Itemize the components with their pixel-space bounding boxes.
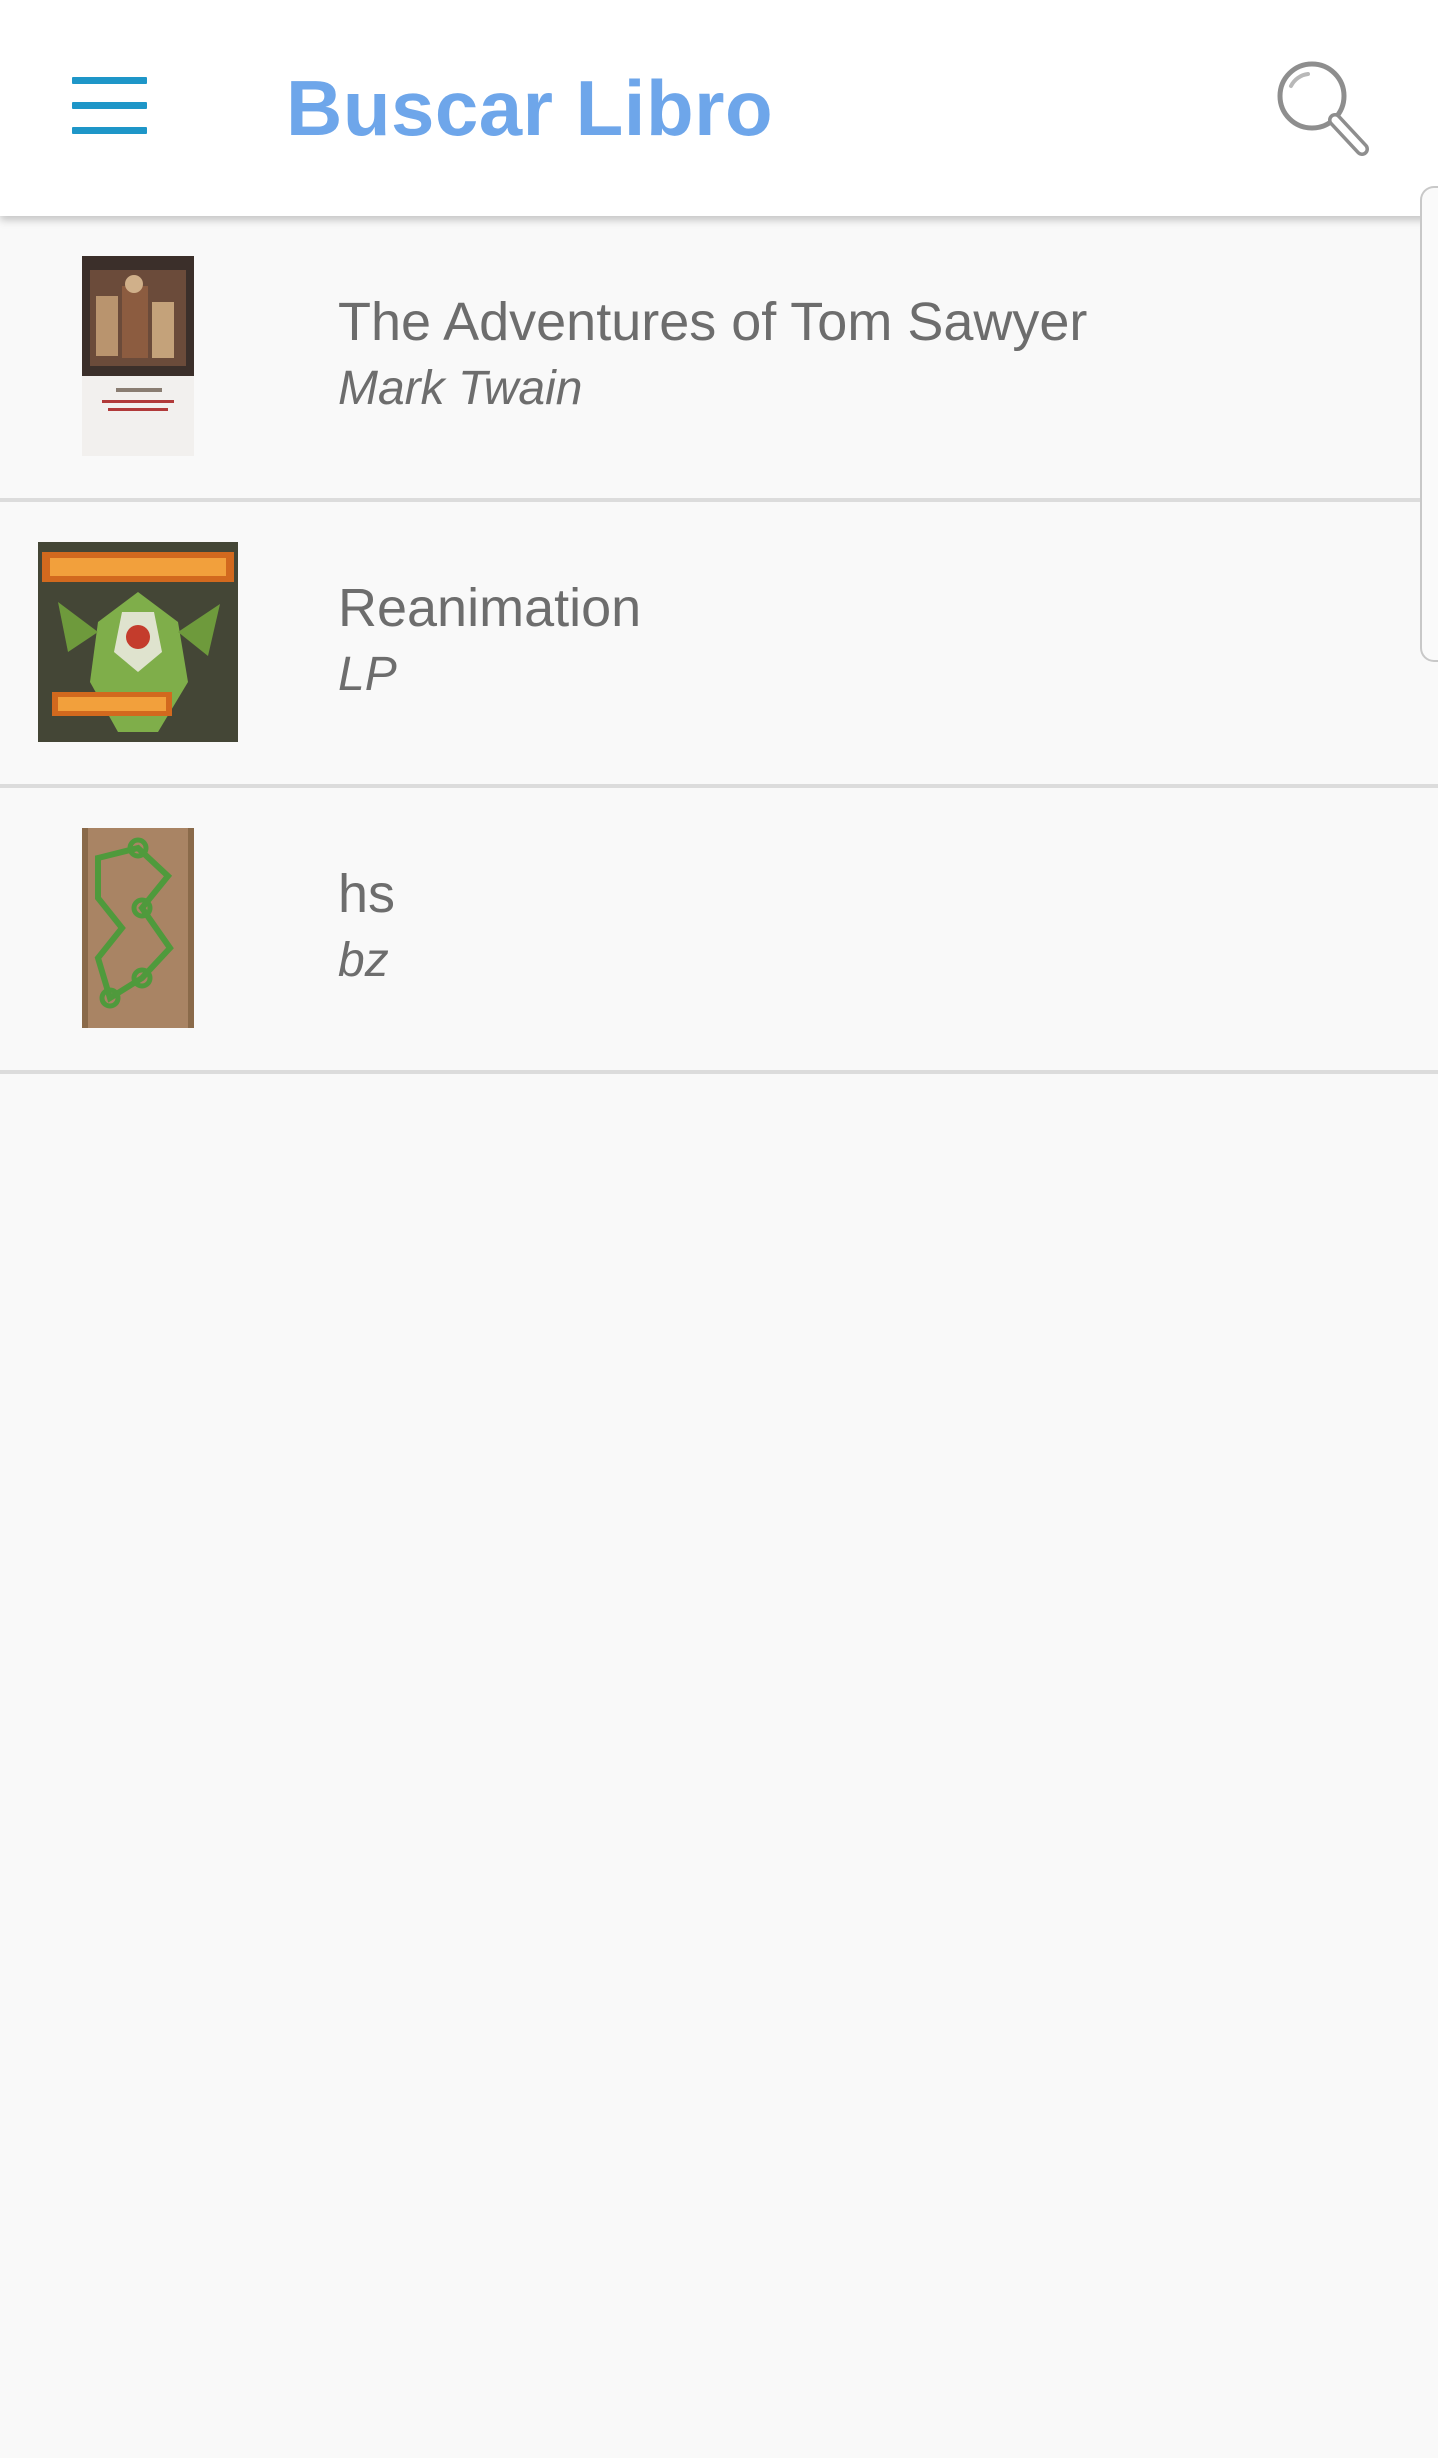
photo-cover-image <box>82 828 194 1028</box>
book-title: Reanimation <box>338 578 642 638</box>
book-cover-image <box>82 256 194 456</box>
book-author: Mark Twain <box>338 362 583 415</box>
book-author: bz <box>338 934 389 987</box>
app-bar: Buscar Libro <box>0 0 1438 216</box>
search-button[interactable] <box>1264 50 1384 170</box>
page-title: Buscar Libro <box>286 64 774 152</box>
book-title: hs <box>338 864 396 924</box>
menu-button[interactable] <box>52 60 168 156</box>
album-cover-image <box>38 542 238 742</box>
list-item[interactable]: Reanimation LP <box>0 502 1438 788</box>
scrollbar[interactable] <box>1420 186 1438 662</box>
book-title: The Adventures of Tom Sawyer <box>338 292 1088 352</box>
list-item[interactable]: hs bz <box>0 788 1438 1074</box>
search-icon <box>1277 61 1369 156</box>
book-author: LP <box>338 648 397 701</box>
list-item[interactable]: The Adventures of Tom Sawyer Mark Twain <box>0 216 1438 502</box>
book-list: The Adventures of Tom Sawyer Mark Twain … <box>0 216 1438 1074</box>
